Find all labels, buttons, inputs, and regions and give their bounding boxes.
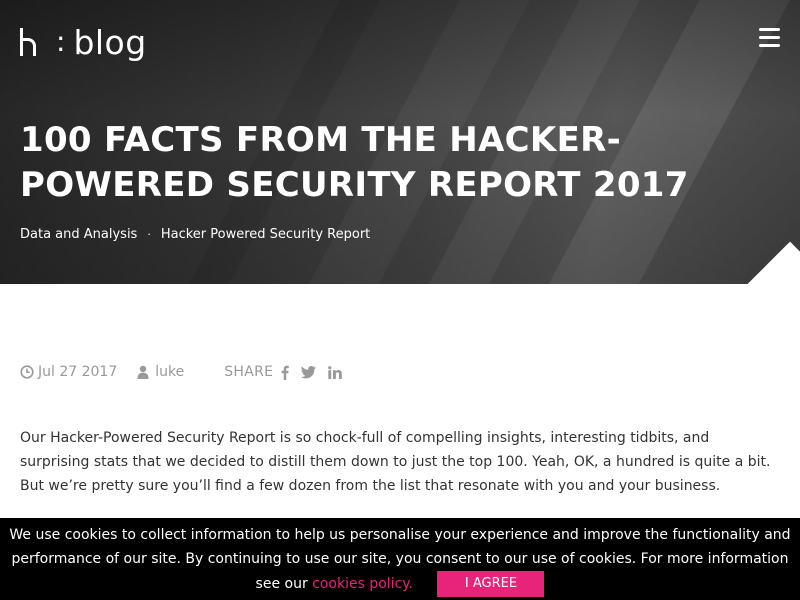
twitter-icon[interactable]: [301, 365, 317, 379]
post-date: Jul 27 2017: [20, 364, 117, 380]
i-agree-button[interactable]: I AGREE: [437, 571, 545, 597]
tag-separator: ·: [147, 228, 151, 241]
h1-logo-icon: [20, 26, 42, 58]
cookie-text-line-3: see our cookies policy. I AGREE: [0, 571, 800, 597]
hero-banner: : blog 100 FACTS FROM THE HACKER- POWERE…: [0, 0, 800, 284]
logo-wordmark: blog: [73, 22, 147, 62]
clock-icon: [20, 365, 34, 379]
cookie-text-line-1: We use cookies to collect information to…: [9, 527, 791, 543]
cookies-policy-link[interactable]: cookies policy.: [312, 576, 413, 592]
hamburger-menu-icon[interactable]: [759, 28, 781, 48]
facebook-icon[interactable]: [281, 365, 290, 380]
article-title: 100 FACTS FROM THE HACKER- POWERED SECUR…: [20, 118, 720, 208]
post-date-text: Jul 27 2017: [38, 364, 118, 380]
share-label: SHARE: [224, 364, 274, 380]
blog-logo[interactable]: : blog: [20, 22, 147, 62]
logo-colon: :: [56, 25, 66, 58]
article-title-line-1: 100 FACTS FROM THE HACKER-: [20, 120, 621, 160]
post-author[interactable]: luke: [137, 364, 184, 380]
cookie-banner: We use cookies to collect information to…: [0, 518, 800, 600]
article-title-line-2: POWERED SECURITY REPORT 2017: [20, 165, 689, 205]
tag-hacker-powered-security-report[interactable]: Hacker Powered Security Report: [161, 227, 370, 242]
tag-data-and-analysis[interactable]: Data and Analysis: [20, 227, 137, 242]
article-intro: Our Hacker-Powered Security Report is so…: [20, 430, 771, 494]
user-icon: [137, 365, 149, 379]
post-author-name: luke: [155, 364, 185, 380]
cookie-text-line-2: performance of our site. By continuing t…: [11, 551, 789, 567]
cookie-text-prefix: see our: [255, 576, 308, 592]
article-tags: Data and Analysis · Hacker Powered Secur…: [20, 227, 370, 242]
article-meta: Jul 27 2017 luke SHARE: [20, 362, 343, 382]
linkedin-icon[interactable]: [328, 365, 343, 379]
